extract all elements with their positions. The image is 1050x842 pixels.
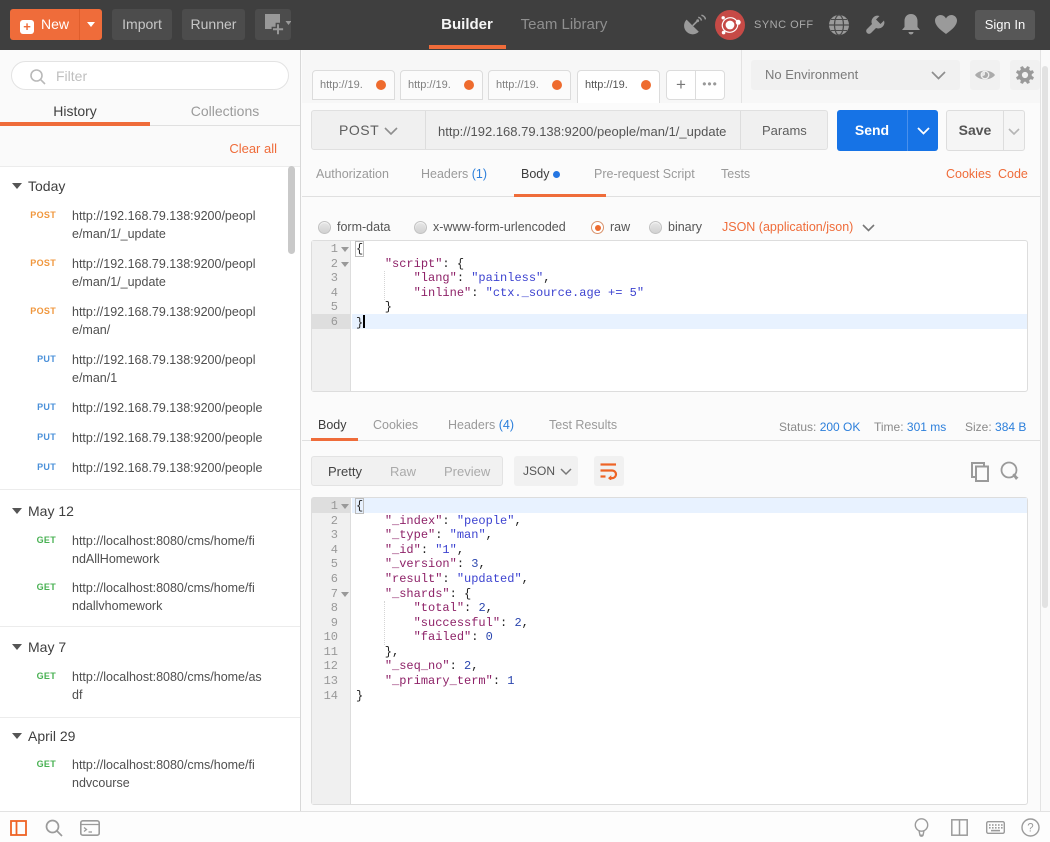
svg-text:?: ? <box>1027 823 1033 835</box>
